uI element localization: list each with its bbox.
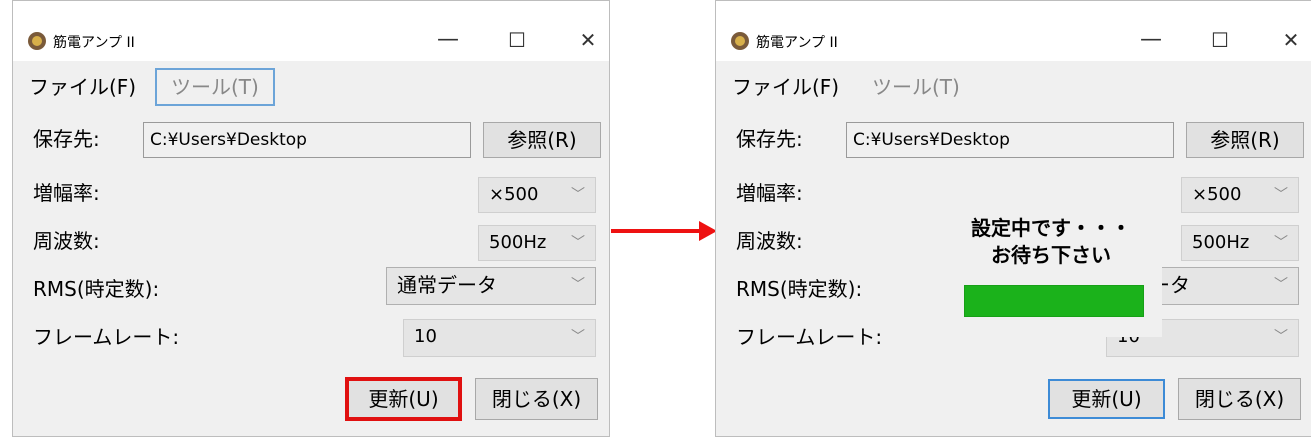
frequency-value: 500Hz	[489, 232, 547, 253]
menu-file[interactable]: ファイル(F)	[732, 69, 839, 105]
chevron-down-icon: ﹀	[1274, 235, 1288, 251]
maximize-button[interactable]: ☐	[1200, 25, 1240, 55]
frequency-label: 周波数:	[736, 229, 803, 253]
chevron-down-icon: ﹀	[1274, 187, 1288, 203]
window-title: 筋電アンプ II	[756, 35, 838, 51]
menu-file[interactable]: ファイル(F)	[29, 69, 136, 105]
frame-rate-label: フレームレート:	[736, 325, 883, 349]
close-window-button[interactable]: ✕	[568, 25, 608, 55]
frequency-select[interactable]: 500Hz ﹀	[478, 225, 596, 261]
gain-label: 増幅率:	[736, 181, 803, 205]
loading-overlay: 設定中です・・・ お待ち下さい	[940, 192, 1162, 337]
save-path-field[interactable]: C:¥Users¥Desktop	[846, 122, 1174, 158]
chevron-down-icon: ﹀	[571, 187, 585, 203]
frame-rate-value: 10	[414, 326, 437, 347]
chevron-down-icon: ﹀	[571, 277, 585, 293]
loading-message-line2: お待ち下さい	[991, 243, 1111, 267]
save-location-label: 保存先:	[736, 127, 803, 151]
chevron-down-icon: ﹀	[1274, 277, 1288, 293]
close-button[interactable]: 閉じる(X)	[475, 378, 598, 420]
gain-label: 増幅率:	[33, 181, 100, 205]
loading-message-line1: 設定中です・・・	[971, 216, 1131, 240]
update-button[interactable]: 更新(U)	[1048, 379, 1165, 419]
gain-value: ×500	[489, 184, 539, 205]
save-location-label: 保存先:	[33, 127, 100, 151]
rms-label: RMS(時定数):	[33, 277, 160, 301]
minimize-button[interactable]: —	[428, 25, 468, 55]
arrow-line	[611, 229, 701, 233]
browse-button[interactable]: 参照(R)	[483, 122, 601, 158]
frequency-value: 500Hz	[1192, 232, 1250, 253]
rms-label: RMS(時定数):	[736, 277, 863, 301]
menu-tool[interactable]: ツール(T)	[858, 69, 974, 105]
app-window-after: 筋電アンプ II — ☐ ✕ ファイル(F) ツール(T) 保存先: C:¥Us…	[715, 0, 1311, 437]
rms-select[interactable]: 通常データ ﹀	[386, 267, 596, 305]
gain-value: ×500	[1192, 184, 1242, 205]
app-logo-icon	[731, 32, 749, 50]
chevron-down-icon: ﹀	[1274, 329, 1288, 345]
progress-bar	[964, 285, 1144, 317]
maximize-button[interactable]: ☐	[497, 25, 537, 55]
frame-rate-label: フレームレート:	[33, 325, 180, 349]
update-button[interactable]: 更新(U)	[345, 377, 462, 421]
frequency-select[interactable]: 500Hz ﹀	[1181, 225, 1299, 261]
chevron-down-icon: ﹀	[571, 235, 585, 251]
save-path-field[interactable]: C:¥Users¥Desktop	[143, 122, 471, 158]
close-window-button[interactable]: ✕	[1271, 25, 1311, 55]
gain-select[interactable]: ×500 ﹀	[1181, 177, 1299, 213]
app-logo-icon	[28, 32, 46, 50]
menu-tool[interactable]: ツール(T)	[155, 68, 275, 106]
window-title: 筋電アンプ II	[53, 35, 135, 51]
browse-button[interactable]: 参照(R)	[1186, 122, 1304, 158]
close-button[interactable]: 閉じる(X)	[1178, 378, 1301, 420]
app-window-before: 筋電アンプ II — ☐ ✕ ファイル(F) ツール(T) 保存先: C:¥Us…	[12, 0, 610, 437]
frequency-label: 周波数:	[33, 229, 100, 253]
chevron-down-icon: ﹀	[571, 329, 585, 345]
minimize-button[interactable]: —	[1131, 25, 1171, 55]
rms-value: 通常データ	[397, 273, 497, 297]
title-bar[interactable]: 筋電アンプ II — ☐ ✕	[13, 1, 609, 61]
title-bar[interactable]: 筋電アンプ II — ☐ ✕	[716, 1, 1311, 61]
gain-select[interactable]: ×500 ﹀	[478, 177, 596, 213]
frame-rate-select[interactable]: 10 ﹀	[403, 319, 596, 357]
